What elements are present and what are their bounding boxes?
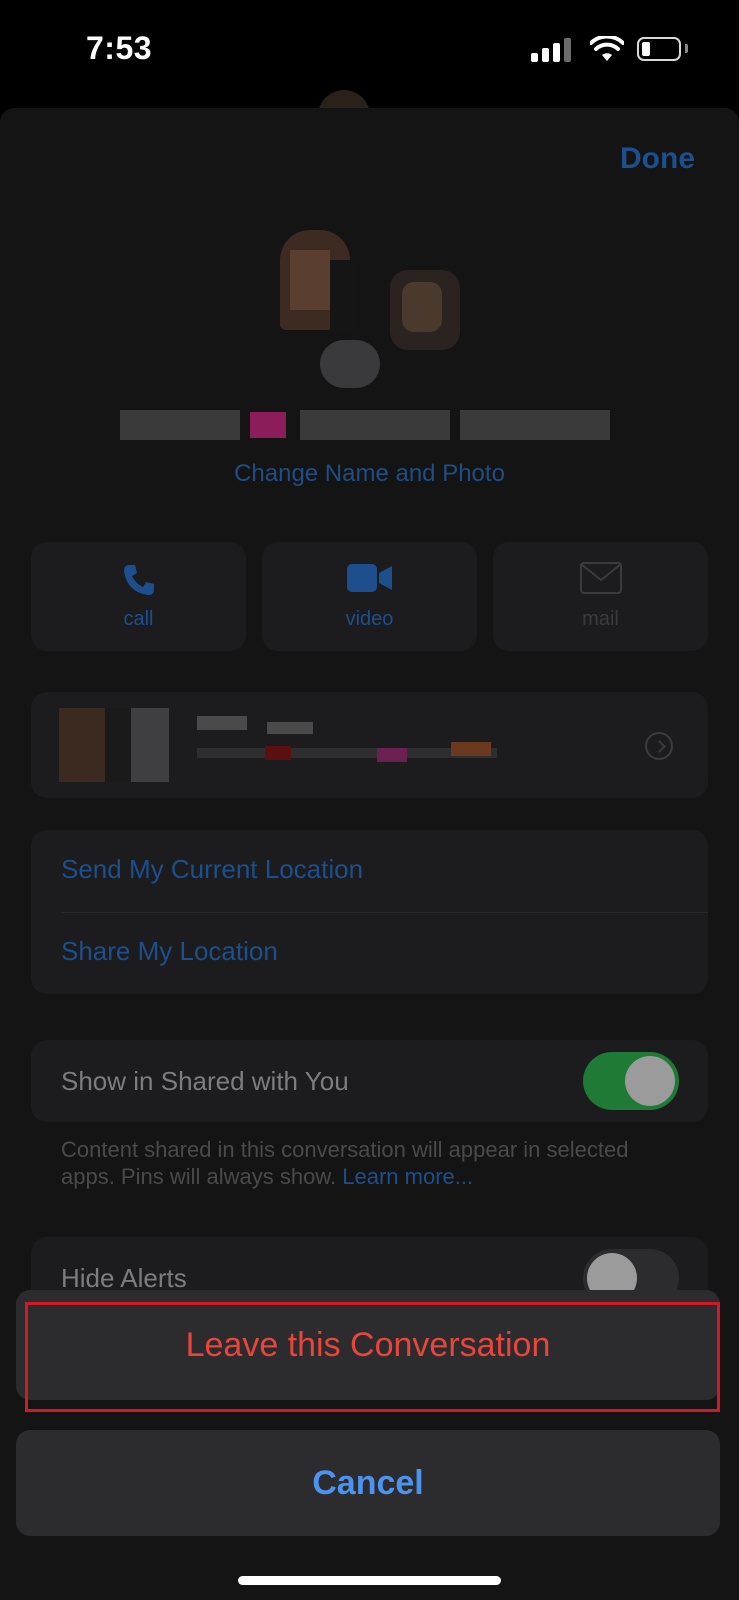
shared-with-you-card: Show in Shared with You [31, 1040, 708, 1122]
home-indicator[interactable] [238, 1576, 501, 1585]
highlight-box [25, 1302, 720, 1412]
share-location-button[interactable]: Share My Location [61, 936, 278, 967]
status-bar: 7:53 [0, 0, 739, 100]
shared-with-you-footnote: Content shared in this conversation will… [61, 1136, 661, 1190]
group-name-redacted [120, 402, 620, 448]
mail-label: mail [582, 608, 619, 630]
phone-icon [123, 565, 154, 595]
video-button[interactable]: video [262, 542, 477, 651]
divider [61, 912, 708, 913]
member-list-row[interactable] [31, 692, 708, 798]
wifi-icon [590, 36, 624, 61]
video-camera-icon [346, 564, 392, 592]
info-chevron-icon[interactable] [645, 732, 673, 760]
video-label: video [345, 608, 394, 630]
battery-cap [685, 44, 688, 53]
cancel-button[interactable]: Cancel [16, 1430, 720, 1536]
group-avatar[interactable] [280, 230, 470, 390]
battery-icon [637, 37, 681, 61]
envelope-icon [579, 562, 622, 594]
shared-with-you-toggle[interactable] [583, 1052, 679, 1110]
learn-more-link[interactable]: Learn more... [342, 1164, 473, 1189]
status-time: 7:53 [86, 30, 153, 66]
change-name-and-photo-link[interactable]: Change Name and Photo [0, 460, 739, 488]
call-button[interactable]: call [31, 542, 246, 651]
cellular-signal-icon [531, 38, 573, 62]
send-current-location-button[interactable]: Send My Current Location [61, 854, 363, 885]
done-button[interactable]: Done [620, 142, 695, 176]
shared-with-you-label: Show in Shared with You [61, 1066, 349, 1096]
location-card: Send My Current Location Share My Locati… [31, 830, 708, 994]
action-sheet-cancel-panel: Cancel [16, 1430, 720, 1536]
mail-button[interactable]: mail [493, 542, 708, 651]
call-label: call [123, 608, 154, 630]
